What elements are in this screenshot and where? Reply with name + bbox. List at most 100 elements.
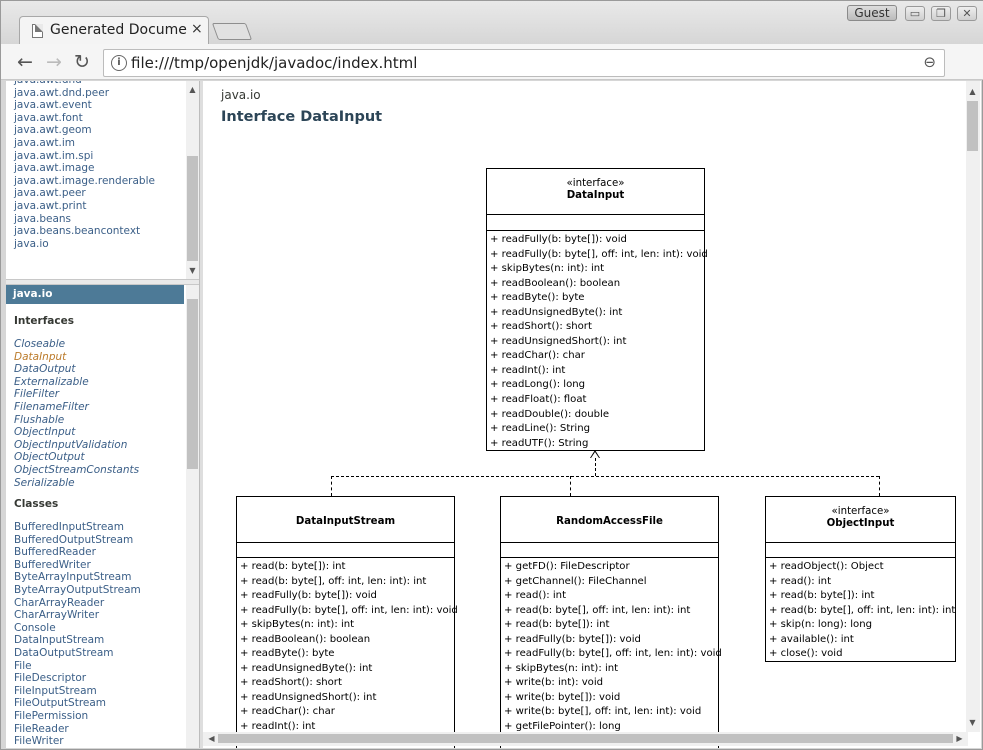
package-link[interactable]: java.awt.image: [14, 162, 155, 175]
package-link[interactable]: java.io: [14, 238, 155, 251]
package-header[interactable]: java.io: [6, 285, 184, 304]
stereotype-label: «interface»: [831, 506, 890, 517]
interface-link[interactable]: Flushable: [14, 414, 139, 427]
class-link[interactable]: FileDescriptor: [14, 672, 141, 685]
toolbar: ← → ↻ i file:///tmp/openjdk/javadoc/inde…: [1, 44, 983, 115]
operation: + skipBytes(n: int): int: [504, 662, 619, 674]
interface-link[interactable]: FileFilter: [14, 388, 139, 401]
realization-edge: [595, 458, 596, 476]
class-link[interactable]: File: [14, 660, 141, 673]
class-link[interactable]: ByteArrayInputStream: [14, 571, 141, 584]
back-icon[interactable]: ←: [17, 52, 33, 72]
scroll-down-icon[interactable]: ▼: [186, 266, 199, 275]
package-list-frame: java.awt.dndjava.awt.dnd.peerjava.awt.ev…: [6, 81, 199, 279]
scrollbar-thumb[interactable]: [187, 299, 198, 469]
package-link[interactable]: java.awt.im.spi: [14, 150, 155, 163]
page-title: Interface DataInput: [221, 109, 383, 125]
uml-class-datainputstream[interactable]: DataInputStream + read(b: byte[]): int + …: [236, 496, 458, 748]
class-link[interactable]: Console: [14, 622, 141, 635]
class-link[interactable]: FileInputStream: [14, 685, 141, 698]
class-link[interactable]: CharArrayWriter: [14, 609, 141, 622]
operation: + readBoolean(): boolean: [240, 633, 371, 645]
interfaces-heading: Interfaces: [14, 315, 74, 327]
minimize-icon[interactable]: ▭: [905, 6, 925, 21]
new-tab-button[interactable]: [211, 23, 253, 40]
package-link[interactable]: java.awt.event: [14, 99, 155, 112]
scrollbar-thumb[interactable]: [218, 734, 953, 743]
url-text[interactable]: file:///tmp/openjdk/javadoc/index.html: [131, 54, 417, 72]
info-icon[interactable]: i: [111, 55, 127, 71]
class-link[interactable]: FileOutputStream: [14, 697, 141, 710]
package-frame-scrollbar[interactable]: ▲ ▼: [186, 81, 199, 279]
scrollbar-thumb[interactable]: [187, 156, 198, 261]
scroll-left-icon[interactable]: ◀: [205, 734, 218, 743]
package-link[interactable]: java.beans: [14, 213, 155, 226]
interface-link[interactable]: ObjectInput: [14, 426, 139, 439]
class-link[interactable]: BufferedWriter: [14, 559, 141, 572]
stereotype-label: «interface»: [566, 178, 625, 189]
operation: + skipBytes(n: int): int: [490, 263, 605, 275]
page-icon: [32, 24, 43, 38]
interface-list: Closeable DataInput DataOutput Externalizab…: [14, 338, 139, 489]
uml-class-objectinput[interactable]: «interface» ObjectInput + readObject(): …: [765, 496, 956, 662]
scroll-up-icon[interactable]: ▲: [186, 85, 199, 94]
address-bar[interactable]: i file:///tmp/openjdk/javadoc/index.html…: [103, 49, 945, 77]
package-link[interactable]: java.awt.peer: [14, 187, 155, 200]
forward-icon[interactable]: →: [46, 52, 62, 72]
operation: + readBoolean(): boolean: [490, 277, 621, 289]
package-link[interactable]: java.awt.print: [14, 200, 155, 213]
class-link[interactable]: FilePermission: [14, 710, 141, 723]
operation: + write(b: byte[], off: int, len: int): …: [504, 706, 702, 718]
operation: + readUnsignedByte(): int: [490, 306, 623, 318]
operation: + getChannel(): FileChannel: [504, 575, 647, 587]
close-window-icon[interactable]: ✕: [957, 6, 977, 21]
operation: + readFully(b: byte[]): void: [240, 590, 377, 602]
class-link[interactable]: ByteArrayOutputStream: [14, 584, 141, 597]
class-link[interactable]: DataOutputStream: [14, 647, 141, 660]
scroll-up-icon[interactable]: ▲: [966, 87, 979, 96]
reload-icon[interactable]: ↻: [74, 52, 90, 72]
interface-link[interactable]: Serializable: [14, 477, 139, 490]
class-link[interactable]: BufferedInputStream: [14, 521, 141, 534]
interface-link[interactable]: ObjectStreamConstants: [14, 464, 139, 477]
interface-link[interactable]: Externalizable: [14, 376, 139, 389]
interface-link[interactable]: ObjectInputValidation: [14, 439, 139, 452]
operation: + read(b: byte[]): int: [504, 619, 610, 631]
package-link[interactable]: java.awt.geom: [14, 124, 155, 137]
uml-class-datainput[interactable]: «interface» DataInput + readFully(b: byt…: [486, 168, 708, 451]
package-link[interactable]: java.awt.dnd.peer: [14, 87, 155, 100]
interface-link[interactable]: Closeable: [14, 338, 139, 351]
scrollbar-thumb[interactable]: [967, 101, 978, 151]
tab-generated-documentation[interactable]: Generated Documen ×: [19, 16, 209, 45]
zoom-icon[interactable]: ⊖: [923, 53, 936, 71]
interface-link[interactable]: DataInput: [14, 351, 139, 364]
fields-compartment: [487, 215, 704, 231]
package-link[interactable]: java.awt.image.renderable: [14, 175, 155, 188]
scroll-down-icon[interactable]: ▼: [966, 718, 979, 727]
interface-link[interactable]: ObjectOutput: [14, 451, 139, 464]
class-link[interactable]: BufferedReader: [14, 546, 141, 559]
operation: + skip(n: long): long: [769, 619, 873, 631]
profile-button[interactable]: Guest: [847, 5, 897, 21]
package-link[interactable]: java.awt.font: [14, 112, 155, 125]
operation: + readUnsignedByte(): int: [240, 662, 373, 674]
class-link[interactable]: BufferedOutputStream: [14, 534, 141, 547]
main-vertical-scrollbar[interactable]: ▲ ▼: [966, 81, 980, 732]
operation: + read(b: byte[], off: int, len: int): i…: [504, 604, 691, 616]
operation: + read(b: byte[], off: int, len: int): i…: [769, 604, 956, 616]
scroll-right-icon[interactable]: ▶: [953, 734, 966, 743]
class-link[interactable]: CharArrayReader: [14, 597, 141, 610]
close-tab-icon[interactable]: ×: [191, 21, 203, 37]
interface-link[interactable]: DataOutput: [14, 363, 139, 376]
interface-link[interactable]: FilenameFilter: [14, 401, 139, 414]
uml-class-randomaccessfile[interactable]: RandomAccessFile + getFD(): FileDescript…: [500, 496, 722, 748]
class-link[interactable]: FileReader: [14, 723, 141, 736]
main-horizontal-scrollbar[interactable]: ◀ ▶: [203, 732, 968, 746]
package-link[interactable]: java.awt.im: [14, 137, 155, 150]
class-frame-scrollbar[interactable]: [186, 285, 199, 748]
maximize-icon[interactable]: ❐: [931, 6, 951, 21]
class-link[interactable]: FileWriter: [14, 735, 141, 748]
operations-compartment: + readObject(): Object + read(): int + rea…: [766, 558, 956, 661]
package-link[interactable]: java.beans.beancontext: [14, 225, 155, 238]
class-link[interactable]: DataInputStream: [14, 634, 141, 647]
